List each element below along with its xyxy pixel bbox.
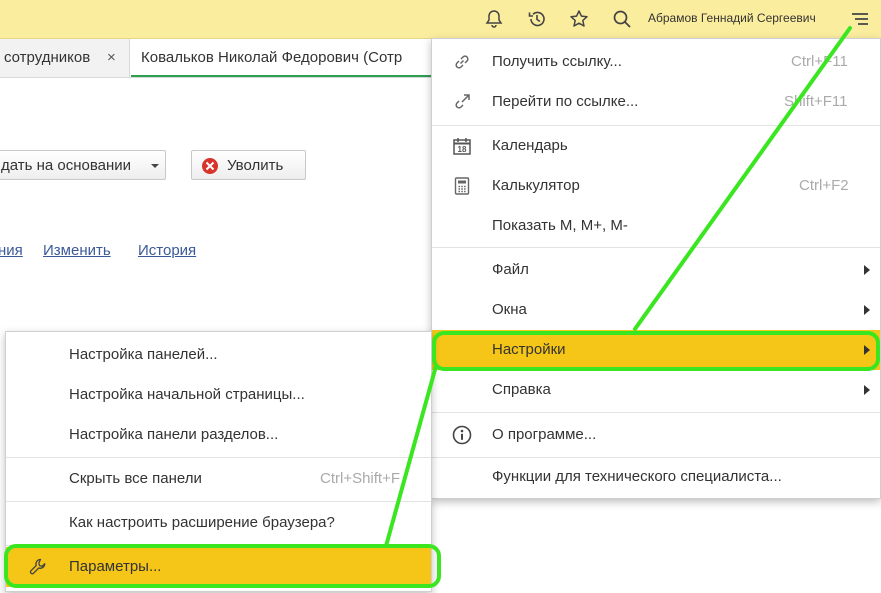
annotation-arrows: [384, 26, 852, 548]
annotation-line-menu: [633, 26, 852, 331]
annotation-line-settings: [384, 364, 438, 548]
